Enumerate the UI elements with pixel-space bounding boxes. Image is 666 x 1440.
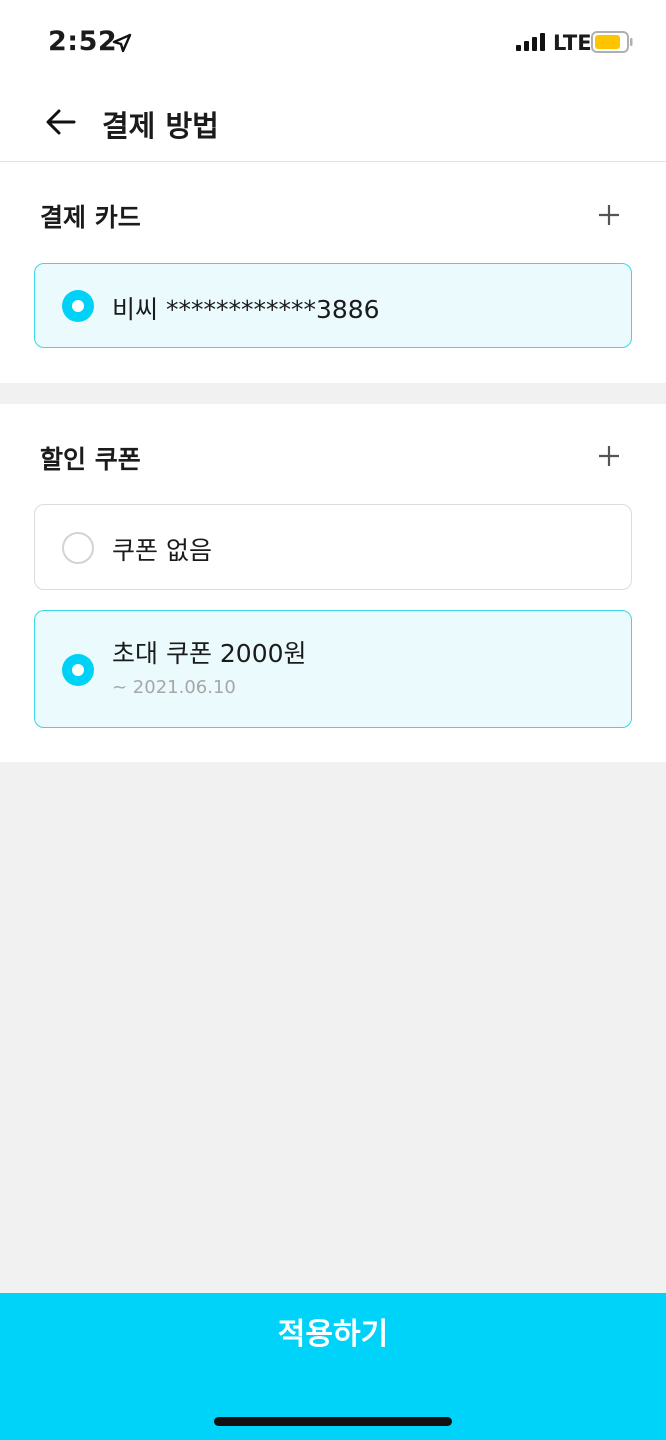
card-option-bc[interactable]: 비씨 ************3886 [34, 263, 632, 348]
coupon-option-label: 초대 쿠폰 2000원 [112, 639, 307, 668]
coupon-option-label: 쿠폰 없음 [112, 536, 212, 565]
battery-icon [591, 31, 633, 53]
nav-bar: 결제 방법 [0, 86, 666, 162]
home-indicator [214, 1417, 452, 1426]
signal-icon [516, 33, 545, 51]
payment-card-section: 결제 카드 비씨 ************3886 [0, 162, 666, 383]
location-arrow-icon [112, 33, 132, 53]
network-label: LTE [553, 31, 592, 55]
coupon-section: 할인 쿠폰 쿠폰 없음 초대 쿠폰 2000원 ~ 2021.06.10 [0, 404, 666, 762]
coupon-expiry-date: ~ 2021.06.10 [112, 677, 236, 698]
apply-button-label: 적용하기 [277, 1317, 389, 1352]
page-title: 결제 방법 [102, 109, 219, 143]
coupon-option-none[interactable]: 쿠폰 없음 [34, 504, 632, 590]
section-title-payment-card: 결제 카드 [40, 203, 141, 232]
status-time: 2:52 [48, 26, 118, 57]
add-coupon-button[interactable] [592, 439, 626, 473]
add-card-button[interactable] [592, 198, 626, 232]
arrow-left-icon [46, 109, 76, 135]
plus-icon [599, 205, 619, 225]
status-bar: 2:52 LTE [0, 0, 666, 86]
radio-selected-icon [62, 290, 94, 322]
coupon-option-invite[interactable]: 초대 쿠폰 2000원 ~ 2021.06.10 [34, 610, 632, 728]
section-title-coupon: 할인 쿠폰 [40, 445, 141, 474]
radio-unselected-icon [62, 532, 94, 564]
card-option-label: 비씨 ************3886 [112, 295, 380, 324]
apply-button[interactable]: 적용하기 [0, 1293, 666, 1440]
back-button[interactable] [36, 100, 86, 144]
plus-icon [599, 446, 619, 466]
radio-selected-icon [62, 654, 94, 686]
